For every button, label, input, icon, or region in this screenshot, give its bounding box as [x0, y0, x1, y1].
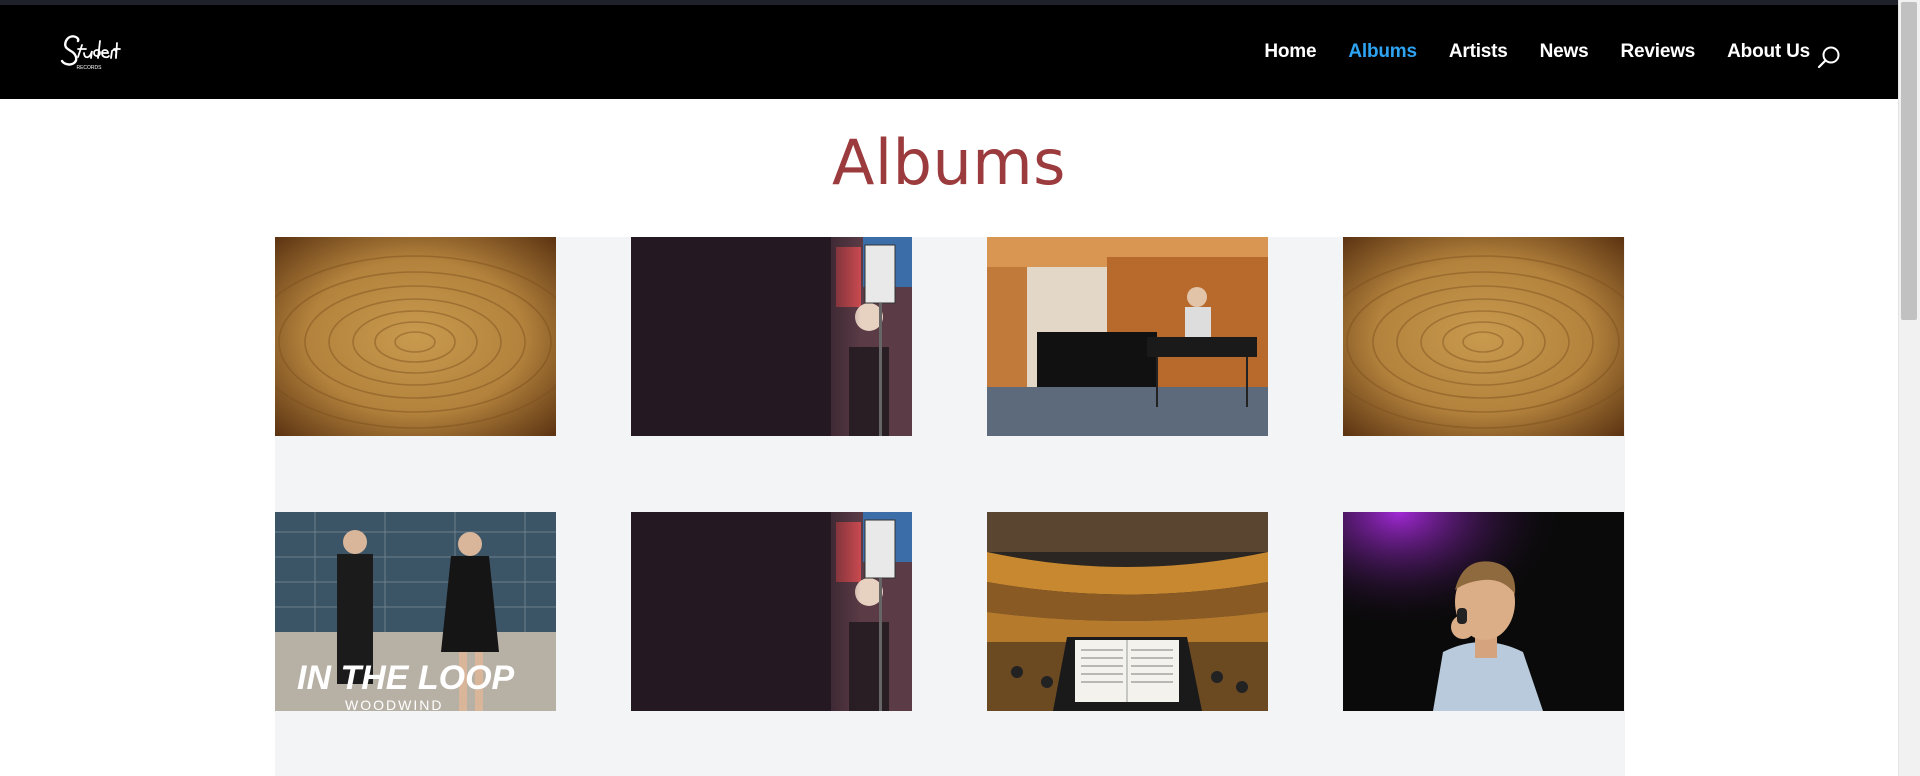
album-card-5[interactable]: IN THE LOOP WOODWIND [275, 512, 556, 711]
cover-subtitle: WOODWIND [345, 697, 443, 711]
page-title: Albums [832, 126, 1066, 199]
album-card-4[interactable] [1343, 237, 1624, 436]
site-header: RECORDS Home Albums Artists News Reviews… [0, 5, 1898, 99]
album-cover-wood-image [1343, 237, 1624, 436]
search-icon[interactable] [1816, 45, 1842, 71]
scrollbar[interactable] [1898, 0, 1920, 776]
album-card-1[interactable] [275, 237, 556, 436]
album-card-2[interactable] [631, 237, 912, 436]
album-cover-wood-image [275, 237, 556, 436]
album-cover-graffiti-image [631, 512, 912, 711]
scrollbar-thumb[interactable] [1901, 2, 1917, 320]
site-logo[interactable]: RECORDS [56, 31, 122, 73]
album-cover-singer-image [1343, 512, 1624, 711]
nav-news[interactable]: News [1540, 41, 1589, 63]
album-cover-concert-hall-image [987, 512, 1268, 711]
album-card-8[interactable] [1343, 512, 1624, 711]
nav-home[interactable]: Home [1264, 41, 1316, 63]
album-card-7[interactable] [987, 512, 1268, 711]
main-nav: Home Albums Artists News Reviews About U… [1264, 41, 1810, 63]
nav-about-us[interactable]: About Us [1727, 41, 1810, 63]
album-cover-piano-studio-image [987, 237, 1268, 436]
nav-artists[interactable]: Artists [1449, 41, 1508, 63]
student-records-logo-icon: RECORDS [60, 35, 121, 71]
album-cover-graffiti-image [631, 237, 912, 436]
album-card-3[interactable] [987, 237, 1268, 436]
album-cover-in-the-loop-image: IN THE LOOP WOODWIND [275, 512, 556, 711]
cover-title: IN THE LOOP [297, 659, 515, 697]
logo-subtext: RECORDS [76, 65, 102, 71]
album-card-6[interactable] [631, 512, 912, 711]
nav-albums[interactable]: Albums [1348, 41, 1417, 63]
nav-reviews[interactable]: Reviews [1621, 41, 1696, 63]
